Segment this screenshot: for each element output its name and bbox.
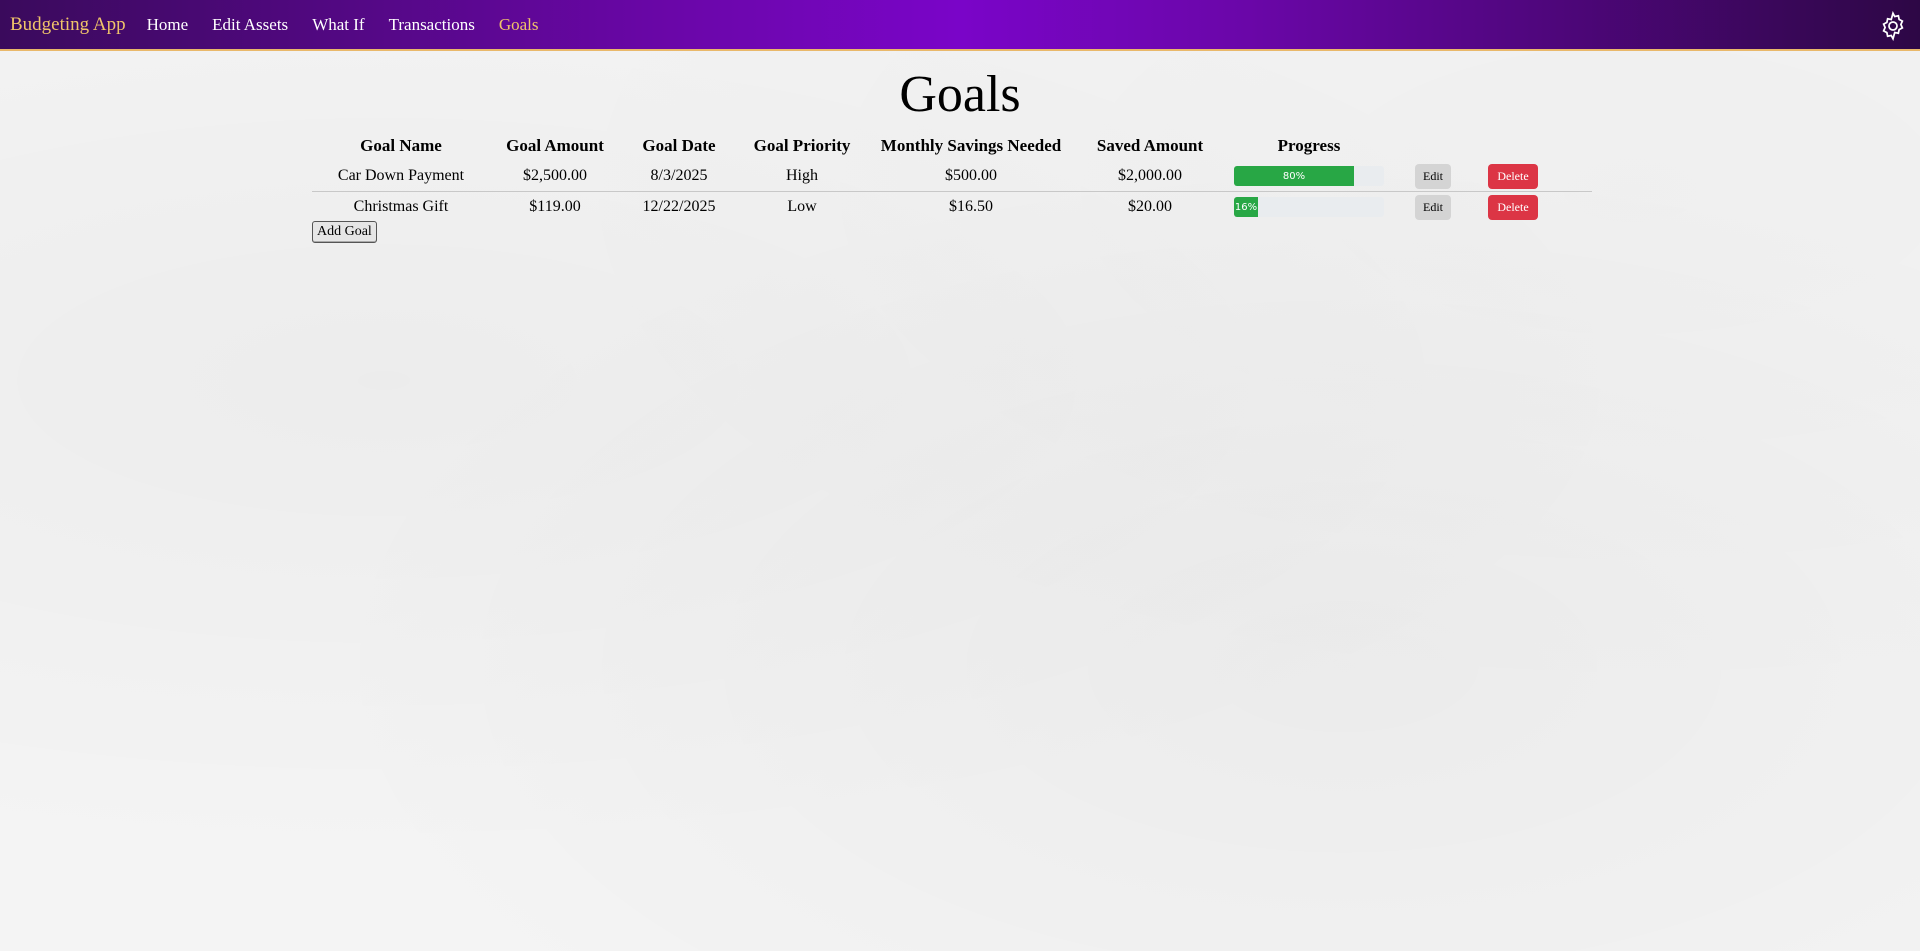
goal-date: 8/3/2025 — [620, 161, 738, 192]
brand-link[interactable]: Budgeting App — [10, 14, 126, 36]
goal-priority: High — [738, 161, 866, 192]
saved-amount: $20.00 — [1128, 198, 1172, 215]
progress-fill: 16% — [1234, 197, 1258, 217]
progress-fill: 80% — [1234, 166, 1354, 186]
goal-amount: $2,500.00 — [490, 161, 620, 192]
header-progress: Progress — [1277, 136, 1341, 155]
edit-button[interactable]: Edit — [1415, 163, 1451, 189]
table-row: Christmas Gift $119.00 12/22/2025 Low $1… — [312, 192, 1592, 223]
goal-priority: Low — [787, 198, 817, 215]
table-header-row: Goal Name Goal Amount Goal Date Goal Pri… — [312, 132, 1592, 161]
table-row: Car Down Payment $2,500.00 8/3/2025 High… — [312, 161, 1592, 192]
delete-button[interactable]: Delete — [1488, 163, 1538, 189]
goal-date: 12/22/2025 — [642, 198, 716, 215]
goal-name: Christmas Gift — [353, 198, 449, 215]
header-goal-date: Goal Date — [642, 136, 716, 155]
nav-link-edit-assets[interactable]: Edit Assets — [212, 15, 288, 35]
goals-table-container: Goal Name Goal Amount Goal Date Goal Pri… — [312, 132, 1592, 222]
page-title: Goals — [899, 66, 1021, 123]
goal-name: Car Down Payment — [312, 161, 490, 192]
goal-amount: $119.00 — [529, 198, 581, 215]
top-navbar: Budgeting App Home Edit Assets What If T… — [0, 0, 1920, 51]
header-monthly-savings: Monthly Savings Needed — [880, 136, 1062, 155]
nav-link-home[interactable]: Home — [147, 15, 189, 35]
progress-bar: 16% — [1234, 197, 1384, 217]
progress-bar: 80% — [1234, 166, 1384, 186]
nav-link-what-if[interactable]: What If — [312, 15, 364, 35]
nav-link-transactions[interactable]: Transactions — [389, 15, 475, 35]
edit-button[interactable]: Edit — [1415, 194, 1451, 220]
saved-amount: $2,000.00 — [1076, 161, 1224, 192]
header-goal-amount: Goal Amount — [506, 136, 604, 155]
monthly-savings: $500.00 — [866, 161, 1076, 192]
header-goal-priority: Goal Priority — [753, 136, 851, 155]
delete-button[interactable]: Delete — [1488, 194, 1538, 220]
monthly-savings: $16.50 — [949, 198, 993, 215]
nav-link-goals[interactable]: Goals — [499, 15, 539, 35]
header-goal-name: Goal Name — [360, 136, 442, 155]
gear-icon[interactable] — [1878, 11, 1908, 41]
add-goal-button[interactable]: Add Goal — [312, 221, 377, 243]
header-saved-amount: Saved Amount — [1096, 136, 1204, 155]
goals-table: Goal Name Goal Amount Goal Date Goal Pri… — [312, 132, 1592, 222]
